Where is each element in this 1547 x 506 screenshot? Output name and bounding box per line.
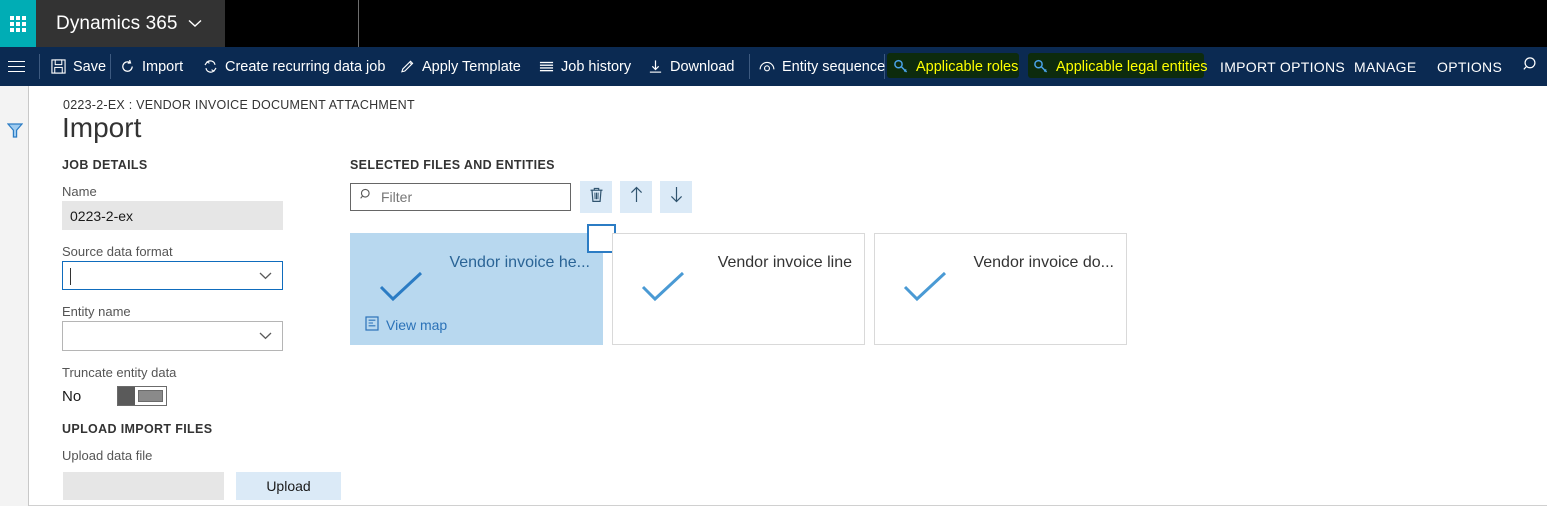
upload-section-title: UPLOAD IMPORT FILES: [62, 422, 213, 436]
upload-button-label: Upload: [266, 478, 311, 494]
create-recurring-data-job-label: Create recurring data job: [225, 58, 386, 75]
options-label: OPTIONS: [1437, 58, 1503, 75]
save-button[interactable]: Save: [51, 47, 106, 86]
upload-file-field[interactable]: [63, 472, 224, 500]
checkmark-icon: [641, 271, 685, 309]
recurring-cycle-icon: [203, 59, 218, 74]
toggle-track: [138, 390, 163, 402]
key-icon: [893, 59, 909, 74]
search-icon: [360, 188, 373, 206]
map-document-icon: [365, 316, 379, 334]
move-down-button[interactable]: [660, 181, 692, 213]
arrow-down-icon: [669, 186, 684, 208]
entity-sequence-button[interactable]: Entity sequence: [759, 47, 885, 86]
app-name-label: Dynamics 365: [56, 12, 178, 34]
app-launcher-button[interactable]: [0, 0, 36, 47]
trash-icon: [589, 187, 604, 208]
command-separator: [749, 54, 750, 79]
name-field-label: Name: [62, 184, 97, 199]
checkmark-icon: [379, 271, 423, 309]
entity-tile-title: Vendor invoice do...: [973, 254, 1114, 271]
applicable-legal-entities-label: Applicable legal entities: [1056, 58, 1208, 75]
checkmark-icon: [903, 271, 947, 309]
top-header-bar: Dynamics 365: [0, 0, 1547, 47]
entity-sequence-label: Entity sequence: [782, 58, 886, 75]
truncate-entity-data-toggle[interactable]: [117, 386, 167, 406]
command-separator: [110, 54, 111, 79]
download-button[interactable]: Download: [648, 47, 735, 86]
applicable-legal-entities-button[interactable]: Applicable legal entities: [1028, 47, 1208, 86]
entity-tile-title: Vendor invoice line: [717, 254, 852, 271]
command-separator: [39, 54, 40, 79]
download-arrow-icon: [648, 59, 663, 74]
refresh-circle-icon: [120, 59, 135, 74]
entity-tile-vendor-invoice-header[interactable]: Vendor invoice he... View map: [350, 224, 616, 345]
job-details-section-title: JOB DETAILS: [62, 158, 148, 172]
source-data-format-combobox[interactable]: [62, 261, 283, 290]
options-menu[interactable]: OPTIONS: [1437, 47, 1502, 86]
hamburger-menu-icon: [7, 57, 25, 76]
toggle-thumb: [118, 387, 135, 405]
filter-input[interactable]: Filter: [350, 183, 571, 211]
applicable-roles-button[interactable]: Applicable roles: [887, 47, 1019, 86]
selected-files-section-title: SELECTED FILES AND ENTITIES: [350, 158, 555, 172]
truncate-entity-data-label: Truncate entity data: [62, 365, 177, 380]
list-lines-icon: [539, 60, 554, 74]
waffle-grid-icon: [10, 15, 26, 32]
manage-menu[interactable]: MANAGE: [1354, 47, 1416, 86]
apply-template-button[interactable]: Apply Template: [400, 47, 521, 86]
name-field[interactable]: 0223-2-ex: [62, 201, 283, 230]
delete-button[interactable]: [580, 181, 612, 213]
move-up-button[interactable]: [620, 181, 652, 213]
job-history-button[interactable]: Job history: [539, 47, 631, 86]
truncate-toggle-value: No: [62, 388, 82, 405]
job-history-label: Job history: [561, 58, 632, 75]
entity-tile-vendor-invoice-document[interactable]: Vendor invoice do...: [874, 233, 1127, 345]
download-label: Download: [670, 58, 735, 75]
search-button[interactable]: [1515, 47, 1547, 86]
manage-label: MANAGE: [1354, 58, 1417, 75]
chevron-down-icon[interactable]: [254, 262, 276, 289]
page-title: Import: [62, 112, 142, 143]
upload-button[interactable]: Upload: [236, 472, 341, 500]
entity-tile-title: Vendor invoice he...: [449, 254, 590, 271]
import-button[interactable]: Import: [120, 47, 183, 86]
text-cursor: [70, 268, 71, 285]
apply-template-label: Apply Template: [422, 58, 521, 75]
import-options-label: IMPORT OPTIONS: [1220, 58, 1346, 75]
import-options-menu[interactable]: IMPORT OPTIONS: [1220, 47, 1345, 86]
search-icon: [1522, 56, 1540, 78]
filter-placeholder: Filter: [381, 189, 413, 205]
key-icon: [1033, 59, 1049, 74]
filter-pane-button[interactable]: [6, 122, 24, 144]
view-map-link[interactable]: View map: [365, 316, 447, 334]
app-name-button[interactable]: Dynamics 365: [36, 0, 225, 47]
applicable-roles-label: Applicable roles: [916, 58, 1019, 75]
entity-name-label: Entity name: [62, 304, 131, 319]
chevron-down-icon: [188, 17, 202, 30]
navigation-menu-button[interactable]: [0, 47, 32, 86]
entity-name-combobox[interactable]: [62, 321, 283, 351]
left-rail: [0, 86, 29, 506]
save-disk-icon: [51, 59, 66, 74]
create-recurring-data-job-button[interactable]: Create recurring data job: [203, 47, 385, 86]
entity-tile-vendor-invoice-line[interactable]: Vendor invoice line: [612, 233, 865, 345]
header-divider: [358, 0, 359, 47]
view-map-label: View map: [386, 317, 448, 333]
funnel-filter-icon: [6, 123, 24, 143]
pencil-edit-icon: [400, 59, 415, 74]
save-button-label: Save: [73, 58, 107, 75]
import-button-label: Import: [142, 58, 184, 75]
eye-sequence-icon: [759, 60, 775, 74]
arrow-up-icon: [629, 186, 644, 208]
name-field-value: 0223-2-ex: [70, 207, 134, 224]
breadcrumb: 0223-2-EX : VENDOR INVOICE DOCUMENT ATTA…: [63, 98, 415, 112]
source-data-format-label: Source data format: [62, 244, 173, 259]
chevron-down-icon[interactable]: [254, 322, 276, 350]
upload-data-file-label: Upload data file: [62, 448, 153, 463]
